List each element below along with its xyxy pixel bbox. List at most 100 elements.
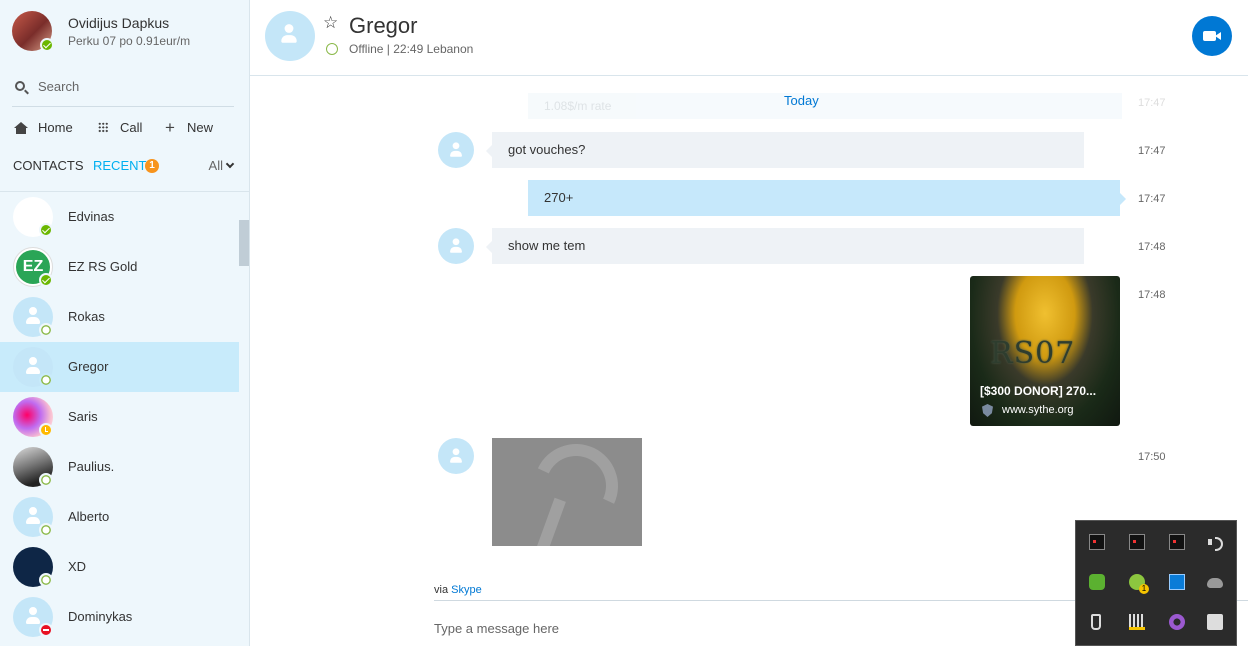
message-avatar bbox=[438, 438, 474, 474]
dnd-status-icon bbox=[39, 623, 53, 637]
video-call-button[interactable] bbox=[1192, 16, 1232, 56]
keyboard-icon[interactable] bbox=[1129, 614, 1145, 630]
skype-link[interactable]: Skype bbox=[451, 584, 482, 596]
new-button[interactable]: New bbox=[187, 118, 213, 138]
message-time: 17:47 bbox=[1138, 145, 1166, 157]
message-time: 17:47 bbox=[1138, 97, 1166, 109]
contact-item[interactable]: Dominykas bbox=[0, 592, 239, 642]
message-bubble-incoming[interactable]: got vouches? bbox=[486, 132, 1084, 168]
message-bubble-outgoing[interactable]: 270+ bbox=[528, 180, 1126, 216]
via-prefix: via bbox=[434, 584, 449, 596]
header-avatar[interactable] bbox=[265, 11, 315, 61]
offline-status-icon bbox=[39, 573, 53, 587]
online-status-icon bbox=[39, 223, 53, 237]
nvidia-icon[interactable] bbox=[1089, 574, 1105, 590]
contact-item[interactable]: Saris bbox=[0, 392, 239, 442]
image-placeholder[interactable] bbox=[492, 438, 642, 546]
via-label: via Skype bbox=[434, 584, 482, 596]
conversation-status: Offline | 22:49 Lebanon bbox=[349, 42, 474, 56]
plus-icon: + bbox=[165, 118, 175, 137]
app-icon[interactable] bbox=[1207, 614, 1223, 630]
profile-name: Ovidijus Dapkus bbox=[68, 15, 170, 31]
home-button[interactable]: Home bbox=[38, 118, 73, 138]
message-time: 17:50 bbox=[1138, 451, 1166, 463]
person-icon bbox=[450, 448, 462, 463]
skype-window: Ovidijus Dapkus Perku 07 po 0.91eur/m Se… bbox=[0, 0, 1248, 646]
person-icon bbox=[450, 238, 462, 253]
contact-name: Alberto bbox=[68, 509, 110, 524]
filter-label: All bbox=[208, 158, 223, 173]
offline-status-icon bbox=[39, 323, 53, 337]
scrollbar[interactable] bbox=[239, 220, 249, 266]
contact-name: Saris bbox=[68, 409, 98, 424]
away-status-icon bbox=[39, 423, 53, 437]
contact-list: Edvinas EZ EZ RS Gold Rokas Gregor Saris bbox=[0, 192, 239, 642]
link-preview-card[interactable]: RS07 [$300 DONOR] 270... www.sythe.org bbox=[970, 276, 1120, 426]
onedrive-icon[interactable] bbox=[1207, 578, 1223, 588]
contact-item[interactable]: Alberto bbox=[0, 492, 239, 542]
message-time: 17:48 bbox=[1138, 289, 1166, 301]
offline-status-icon bbox=[39, 373, 53, 387]
person-icon bbox=[26, 307, 40, 325]
contact-name: Rokas bbox=[68, 309, 105, 324]
link-preview-title: [$300 DONOR] 270... bbox=[980, 384, 1097, 398]
person-icon bbox=[450, 142, 462, 157]
search-box[interactable]: Search bbox=[12, 77, 234, 107]
offline-status-icon bbox=[39, 473, 53, 487]
dialpad-icon bbox=[98, 122, 108, 133]
network-icon[interactable] bbox=[1169, 574, 1185, 590]
tab-recent[interactable]: RECENT bbox=[93, 158, 146, 173]
link-preview-image-text: RS07 bbox=[990, 336, 1076, 371]
contact-item[interactable]: XD bbox=[0, 542, 239, 592]
contact-item[interactable]: Rokas bbox=[0, 292, 239, 342]
message-bubble-incoming[interactable]: show me tem bbox=[486, 228, 1084, 264]
offline-status-icon bbox=[326, 43, 338, 55]
home-icon bbox=[14, 122, 28, 134]
star-icon[interactable]: ☆ bbox=[323, 13, 338, 33]
search-input[interactable]: Search bbox=[38, 79, 79, 94]
contact-tabs: CONTACTS RECENT 1 All bbox=[13, 158, 238, 178]
message-time: 17:48 bbox=[1138, 241, 1166, 253]
date-separator: Today bbox=[784, 93, 819, 108]
message-avatar bbox=[438, 132, 474, 168]
system-tray-overflow bbox=[1075, 520, 1237, 646]
contact-item-selected[interactable]: Gregor bbox=[0, 342, 239, 392]
profile[interactable]: Ovidijus Dapkus Perku 07 po 0.91eur/m bbox=[12, 11, 242, 53]
message-input[interactable] bbox=[434, 617, 1054, 639]
contact-name: XD bbox=[68, 559, 87, 574]
contact-item[interactable]: EZ EZ RS Gold bbox=[0, 242, 239, 292]
contact-name: Dominykas bbox=[68, 609, 133, 624]
contact-name: Paulius. bbox=[68, 459, 115, 474]
recent-badge: 1 bbox=[145, 159, 159, 173]
filter-dropdown[interactable]: All bbox=[208, 158, 235, 173]
person-icon bbox=[281, 24, 297, 44]
conversation-header: ☆ Gregor Offline | 22:49 Lebanon bbox=[250, 0, 1248, 76]
chevron-down-icon bbox=[225, 159, 235, 169]
online-status-icon bbox=[39, 273, 53, 287]
sidebar: Ovidijus Dapkus Perku 07 po 0.91eur/m Se… bbox=[0, 0, 250, 646]
person-icon bbox=[26, 507, 40, 525]
link-preview-url: www.sythe.org bbox=[1002, 404, 1074, 416]
conversation-title[interactable]: Gregor bbox=[349, 13, 417, 39]
search-icon bbox=[15, 81, 25, 91]
contact-item[interactable]: Edvinas bbox=[0, 192, 239, 242]
person-icon bbox=[26, 357, 40, 375]
app-icon[interactable] bbox=[1169, 534, 1185, 550]
app-icon[interactable] bbox=[1089, 534, 1105, 550]
message-time: 17:47 bbox=[1138, 193, 1166, 205]
message-avatar bbox=[438, 228, 474, 264]
app-icon[interactable] bbox=[1129, 534, 1145, 550]
call-button[interactable]: Call bbox=[120, 118, 142, 138]
contact-item[interactable]: Paulius. bbox=[0, 442, 239, 492]
volume-icon[interactable] bbox=[1207, 534, 1223, 551]
vpn-icon[interactable] bbox=[1169, 614, 1185, 630]
offline-status-icon bbox=[39, 523, 53, 537]
nav-row: Home Call + New bbox=[12, 118, 242, 138]
shield-icon bbox=[982, 404, 993, 417]
tab-contacts[interactable]: CONTACTS bbox=[13, 158, 84, 173]
usb-icon[interactable] bbox=[1091, 614, 1101, 630]
contact-name: Edvinas bbox=[68, 209, 115, 224]
contact-name: Gregor bbox=[68, 359, 109, 374]
profile-mood[interactable]: Perku 07 po 0.91eur/m bbox=[68, 34, 190, 48]
update-icon[interactable] bbox=[1129, 574, 1149, 594]
